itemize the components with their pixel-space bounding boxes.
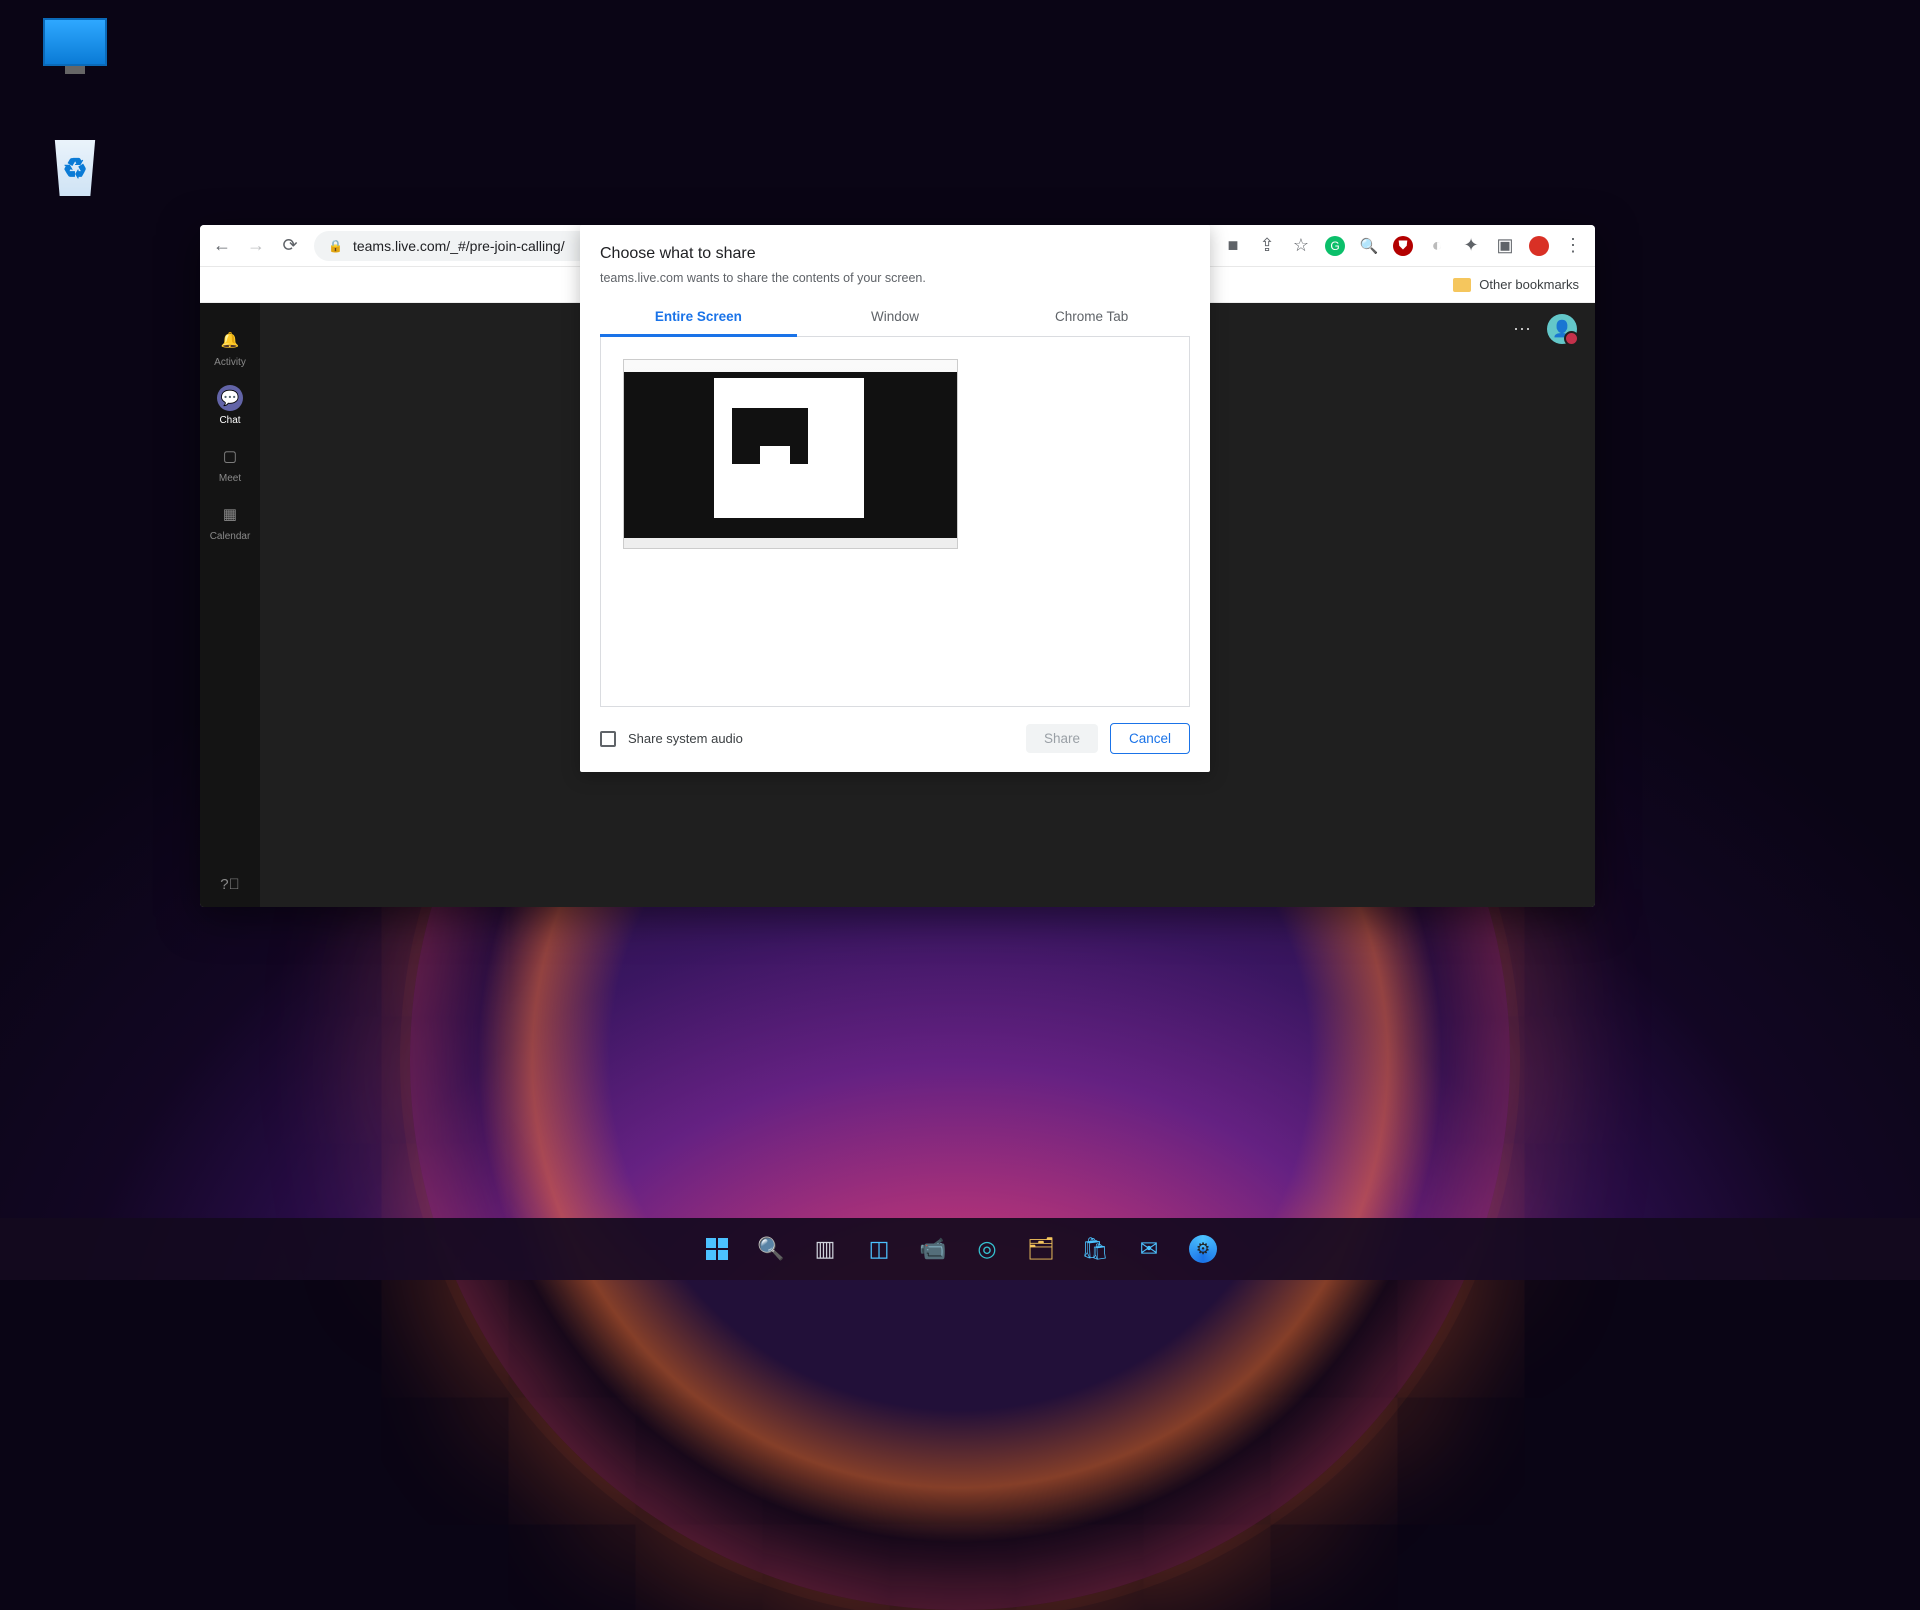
desktop-icon-recycle-bin[interactable]: ♻ — [30, 140, 120, 202]
taskbar-settings[interactable] — [1181, 1227, 1225, 1271]
teams-header: ⋯ 👤 — [1513, 303, 1595, 355]
widgets-icon: ◫ — [869, 1236, 890, 1262]
omnibox-url: teams.live.com/_#/pre-join-calling/ — [353, 238, 565, 254]
tab-window[interactable]: Window — [797, 299, 994, 336]
taskbar-store[interactable]: 🛍 — [1073, 1227, 1117, 1271]
back-button[interactable]: ← — [212, 236, 232, 256]
share-icon[interactable]: ⇪ — [1257, 236, 1277, 256]
rail-calendar-label: Calendar — [210, 531, 251, 542]
share-button[interactable]: Share — [1026, 724, 1098, 753]
grammarly-icon[interactable]: G — [1325, 236, 1345, 256]
reload-button[interactable]: ⟳ — [280, 236, 300, 256]
tab-chrome-tab[interactable]: Chrome Tab — [993, 299, 1190, 336]
mail-icon: ✉ — [1140, 1236, 1158, 1262]
recycle-bin-icon: ♻ — [51, 140, 99, 196]
dialog-footer: Share system audio Share Cancel — [580, 707, 1210, 772]
lock-icon: 🔒 — [328, 239, 343, 253]
taskbar-widgets[interactable]: ◫ — [857, 1227, 901, 1271]
rail-activity-label: Activity — [214, 357, 246, 368]
person-icon: 👤 — [1552, 319, 1572, 339]
calendar-icon: ▦ — [217, 501, 243, 527]
bell-icon: 🔔 — [217, 327, 243, 353]
rail-meet-label: Meet — [219, 473, 241, 484]
share-body — [600, 337, 1190, 707]
taskbar-edge[interactable]: ◎ — [965, 1227, 1009, 1271]
user-avatar[interactable]: 👤 — [1547, 314, 1577, 344]
share-audio-label: Share system audio — [628, 731, 1014, 746]
extensions-icon[interactable]: ✦ — [1461, 236, 1481, 256]
help-icon: ?⃝ — [220, 876, 240, 893]
gear-icon — [1189, 1235, 1217, 1263]
folder-icon — [1453, 278, 1471, 292]
share-tabs: Entire Screen Window Chrome Tab — [600, 299, 1190, 337]
extension-icons: ■ ⇪ ☆ G 🔍 ⛊ ◐ ✦ ▣ ⋮ — [1223, 236, 1583, 256]
taskbar-search[interactable]: 🔍 — [749, 1227, 793, 1271]
video-icon: ▢ — [217, 443, 243, 469]
teams-icon: 📹 — [919, 1236, 946, 1262]
store-icon: 🛍 — [1081, 1236, 1109, 1262]
dialog-title: Choose what to share — [600, 245, 1190, 263]
start-button[interactable] — [695, 1227, 739, 1271]
taskbar-teams[interactable]: 📹 — [911, 1227, 955, 1271]
screen-preview-tile[interactable] — [623, 359, 958, 549]
account-ext-icon[interactable]: ▣ — [1495, 236, 1515, 256]
task-view-icon: ▥ — [815, 1236, 836, 1262]
other-bookmarks[interactable]: Other bookmarks — [1479, 277, 1579, 292]
taskbar-explorer[interactable]: 🗂 — [1019, 1227, 1063, 1271]
teams-rail: 🔔 Activity 💬 Chat ▢ Meet ▦ Calendar ?⃝ — [200, 303, 260, 907]
rail-chat-label: Chat — [219, 415, 240, 426]
chrome-menu-icon[interactable]: ⋮ — [1563, 236, 1583, 256]
folder-icon: 🗂 — [1027, 1236, 1055, 1262]
star-icon[interactable]: ☆ — [1291, 236, 1311, 256]
task-view[interactable]: ▥ — [803, 1227, 847, 1271]
monitor-icon — [43, 18, 107, 66]
chrome-window: ← → ⟳ 🔒 teams.live.com/_#/pre-join-calli… — [200, 225, 1595, 907]
edge-icon: ◎ — [977, 1236, 996, 1262]
windows-taskbar: 🔍 ▥ ◫ 📹 ◎ 🗂 🛍 ✉ — [0, 1218, 1920, 1280]
dialog-subtitle: teams.live.com wants to share the conten… — [600, 271, 1190, 285]
more-options-icon[interactable]: ⋯ — [1513, 319, 1533, 340]
rail-activity[interactable]: 🔔 Activity — [200, 321, 260, 373]
chat-icon: 💬 — [217, 385, 243, 411]
ext-misc-icon[interactable]: ◐ — [1427, 236, 1447, 256]
video-icon[interactable]: ■ — [1223, 236, 1243, 256]
rail-chat[interactable]: 💬 Chat — [200, 379, 260, 431]
search-icon: 🔍 — [757, 1236, 784, 1262]
rail-help[interactable]: ?⃝ — [200, 876, 260, 893]
cancel-button[interactable]: Cancel — [1110, 723, 1190, 754]
rail-calendar[interactable]: ▦ Calendar — [200, 495, 260, 547]
search-ext-icon[interactable]: 🔍 — [1359, 236, 1379, 256]
taskbar-mail[interactable]: ✉ — [1127, 1227, 1171, 1271]
windows-logo-icon — [706, 1238, 728, 1260]
profile-avatar-icon[interactable] — [1529, 236, 1549, 256]
screen-share-dialog: Choose what to share teams.live.com want… — [580, 225, 1210, 772]
ublock-icon[interactable]: ⛊ — [1393, 236, 1413, 256]
rail-meet[interactable]: ▢ Meet — [200, 437, 260, 489]
share-audio-checkbox[interactable] — [600, 731, 616, 747]
tab-entire-screen[interactable]: Entire Screen — [600, 299, 797, 337]
desktop-icon-this-pc[interactable] — [30, 18, 120, 72]
forward-button[interactable]: → — [246, 236, 266, 256]
